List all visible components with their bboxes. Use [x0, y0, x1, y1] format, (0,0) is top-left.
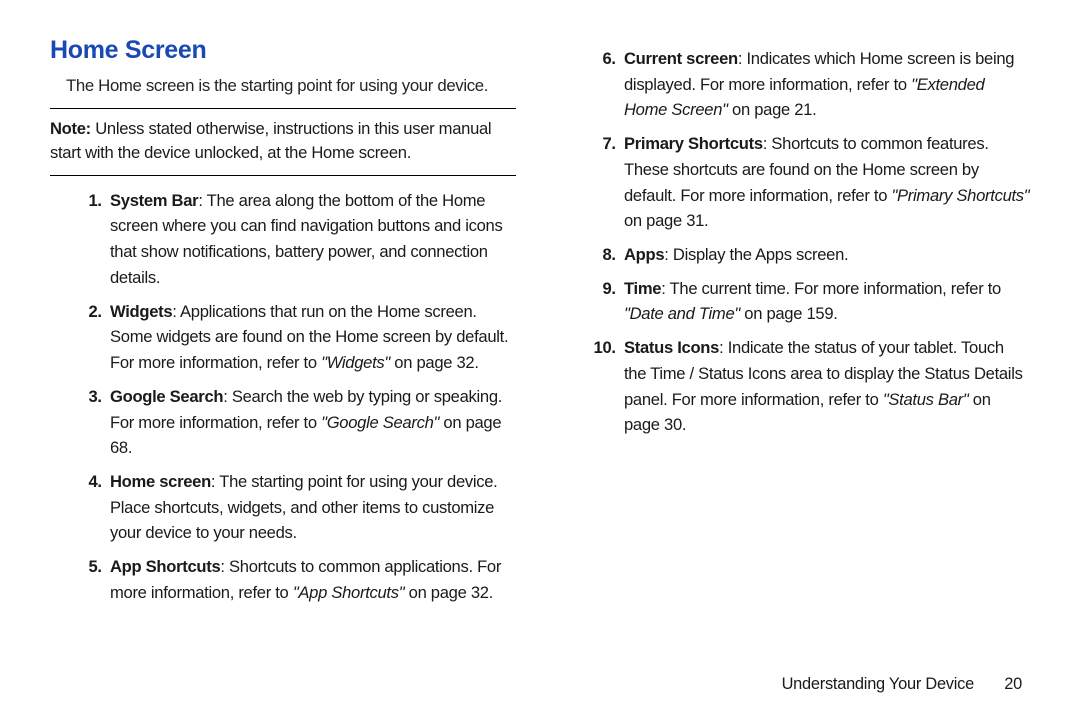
item-term: Time	[624, 279, 661, 298]
item-term: Widgets	[110, 302, 172, 321]
list-item: Widgets: Applications that run on the Ho…	[106, 299, 516, 376]
item-term: Home screen	[110, 472, 211, 491]
item-tail: on page 32.	[404, 583, 493, 602]
item-body: : Display the Apps screen.	[664, 245, 848, 264]
item-ref: "Date and Time"	[624, 304, 740, 323]
item-tail: on page 21.	[728, 100, 817, 119]
item-term: Google Search	[110, 387, 223, 406]
item-term: App Shortcuts	[110, 557, 220, 576]
item-term: System Bar	[110, 191, 198, 210]
list-item: Google Search: Search the web by typing …	[106, 384, 516, 461]
note-text: Unless stated otherwise, instructions in…	[50, 119, 491, 162]
definition-list-left: System Bar: The area along the bottom of…	[50, 188, 516, 606]
page-footer: Understanding Your Device 20	[782, 675, 1022, 694]
item-ref: "Status Bar"	[883, 390, 969, 409]
item-tail: on page 31.	[624, 211, 708, 230]
list-item: App Shortcuts: Shortcuts to common appli…	[106, 554, 516, 605]
note-block: Note: Unless stated otherwise, instructi…	[50, 108, 516, 176]
item-term: Primary Shortcuts	[624, 134, 763, 153]
list-item: System Bar: The area along the bottom of…	[106, 188, 516, 291]
item-ref: "Google Search"	[321, 413, 439, 432]
item-tail: on page 32.	[390, 353, 479, 372]
list-item: Home screen: The starting point for usin…	[106, 469, 516, 546]
item-term: Status Icons	[624, 338, 719, 357]
section-heading: Home Screen	[50, 36, 516, 65]
intro-paragraph: The Home screen is the starting point fo…	[66, 75, 516, 98]
item-term: Current screen	[624, 49, 738, 68]
right-column: Current screen: Indicates which Home scr…	[564, 36, 1030, 614]
item-ref: "App Shortcuts"	[293, 583, 405, 602]
item-ref: "Primary Shortcuts"	[891, 186, 1029, 205]
footer-page-number: 20	[1004, 675, 1022, 694]
footer-section-title: Understanding Your Device	[782, 675, 974, 693]
left-column: Home Screen The Home screen is the start…	[50, 36, 516, 614]
list-item: Status Icons: Indicate the status of you…	[620, 335, 1030, 438]
note-label: Note:	[50, 119, 91, 138]
list-item: Primary Shortcuts: Shortcuts to common f…	[620, 131, 1030, 234]
list-item: Current screen: Indicates which Home scr…	[620, 46, 1030, 123]
item-ref: "Widgets"	[321, 353, 390, 372]
item-term: Apps	[624, 245, 664, 264]
manual-page: Home Screen The Home screen is the start…	[0, 0, 1080, 720]
list-item: Time: The current time. For more informa…	[620, 276, 1030, 327]
definition-list-right: Current screen: Indicates which Home scr…	[564, 46, 1030, 438]
item-tail: on page 159.	[740, 304, 838, 323]
list-item: Apps: Display the Apps screen.	[620, 242, 1030, 268]
item-body: : The current time. For more information…	[661, 279, 1001, 298]
two-column-layout: Home Screen The Home screen is the start…	[50, 36, 1030, 614]
